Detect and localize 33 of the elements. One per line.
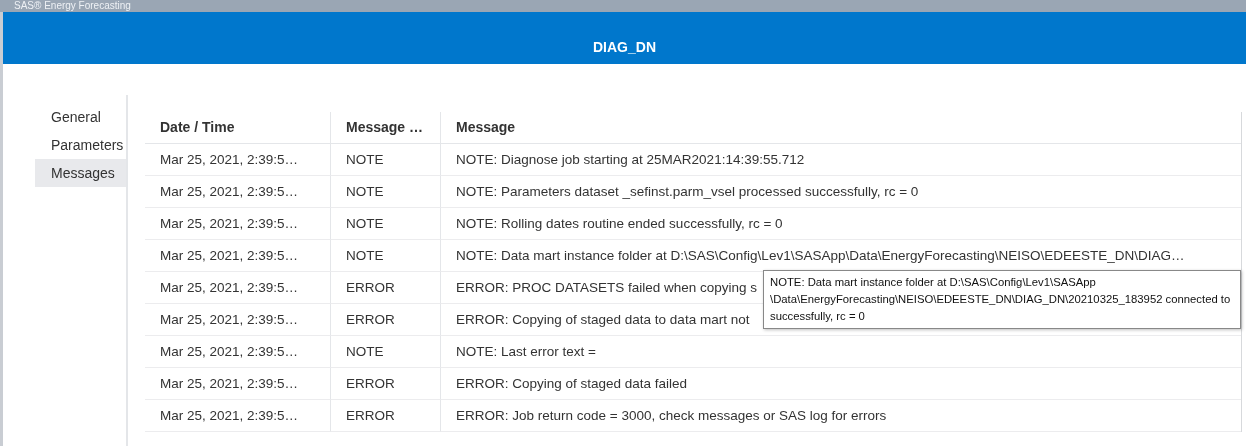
table-cell: Mar 25, 2021, 2:39:5… [145,208,330,240]
table-cell: Mar 25, 2021, 2:39:5… [145,368,330,400]
table-cell: NOTE [330,176,440,208]
table-cell: NOTE: Last error text = [440,336,1241,368]
sidebar-item[interactable]: Parameters [35,131,126,159]
table-cell: NOTE [330,240,440,272]
column-header[interactable]: Message [440,112,1241,144]
table-cell: ERROR [330,368,440,400]
table-cell: ERROR [330,400,440,432]
table-cell: Mar 25, 2021, 2:39:5… [145,304,330,336]
app-title: SAS® Energy Forecasting [14,0,131,12]
table-cell: Mar 25, 2021, 2:39:5… [145,400,330,432]
column-header[interactable]: Date / Time [145,112,330,144]
table-cell: NOTE [330,336,440,368]
table-cell: NOTE: Parameters dataset _sefinst.parm_vsel processed successfully, rc = 0 [440,176,1241,208]
sidebar-item[interactable]: Messages [35,159,126,187]
table-cell: NOTE [330,208,440,240]
sidebar-item[interactable]: General [35,103,126,131]
table-cell: NOTE: Diagnose job starting at 25MAR2021:14:39:55.712 [440,144,1241,176]
table-cell: ERROR: Copying of staged data failed [440,368,1241,400]
table-cell: Mar 25, 2021, 2:39:5… [145,176,330,208]
table-cell: Mar 25, 2021, 2:39:5… [145,144,330,176]
table-cell: Mar 25, 2021, 2:39:5… [145,240,330,272]
table-cell: NOTE [330,144,440,176]
table-cell: NOTE: Rolling dates routine ended successfully, rc = 0 [440,208,1241,240]
table-cell: Mar 25, 2021, 2:39:5… [145,336,330,368]
table-cell: ERROR [330,272,440,304]
table-cell: Mar 25, 2021, 2:39:5… [145,272,330,304]
table-cell: ERROR: Job return code = 3000, check messages or SAS log for errors [440,400,1241,432]
column-header[interactable]: Message … [330,112,440,144]
tooltip: NOTE: Data mart instance folder at D:\SAS\Config\Lev1\SASApp \Data\EnergyForecasting\NEISO\EDEESTE_DN\DIAG_DN\20210325_183952 connected to successfully, rc = 0 [763,270,1241,329]
table-cell: ERROR [330,304,440,336]
dialog-title: DIAG_DN [593,38,656,56]
